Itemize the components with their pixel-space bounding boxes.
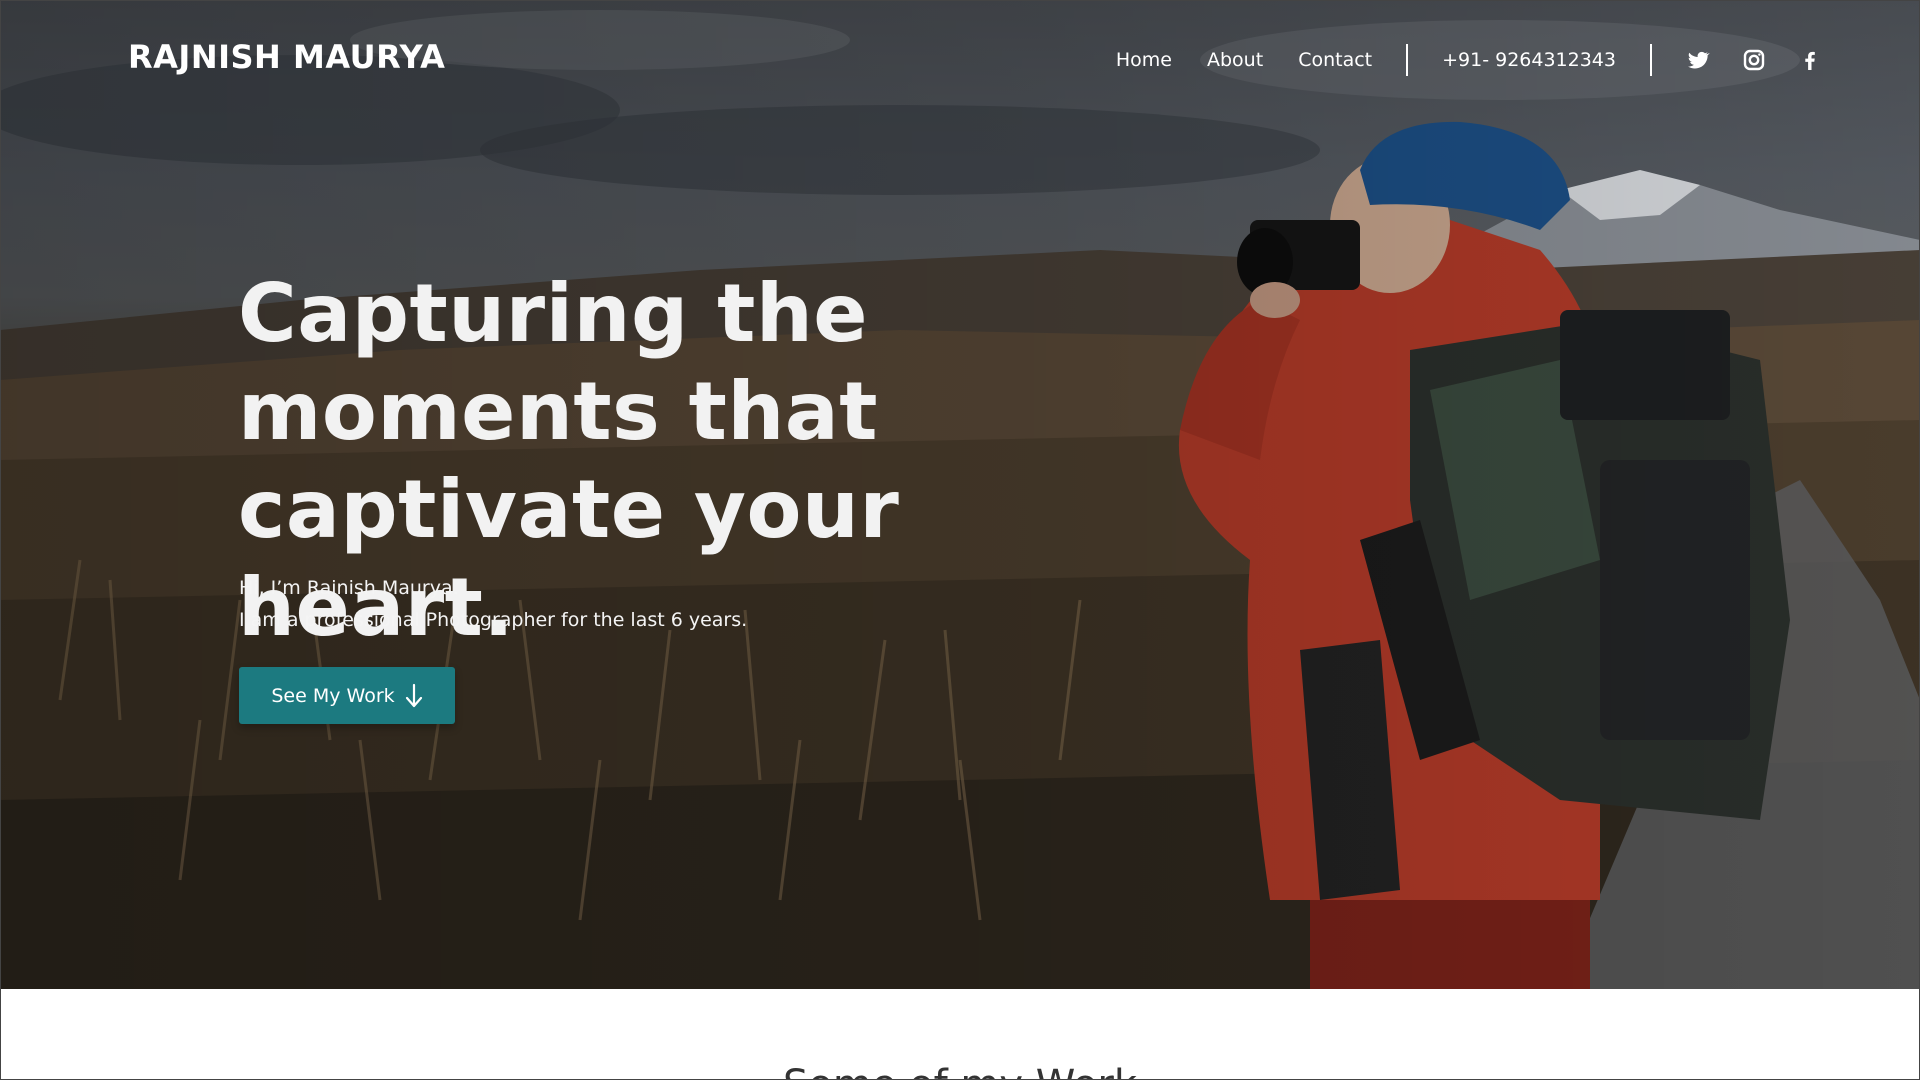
intro-description: I am a professional Photographer for the… xyxy=(239,609,748,631)
arrow-down-icon xyxy=(405,683,422,707)
top-navigation: Home About Contact +91- 9264312343 xyxy=(1116,40,1822,80)
social-links xyxy=(1686,48,1822,72)
twitter-icon[interactable] xyxy=(1686,48,1710,72)
see-my-work-button[interactable]: See My Work xyxy=(239,667,455,724)
instagram-icon[interactable] xyxy=(1742,48,1766,72)
intro-greeting: Hi, I’m Rajnish Maurya. xyxy=(239,577,459,599)
nav-link-about[interactable]: About xyxy=(1207,49,1263,71)
hero-section: RAJNISH MAURYA Home About Contact +91- 9… xyxy=(0,0,1920,989)
nav-divider xyxy=(1406,44,1409,76)
see-my-work-label: See My Work xyxy=(271,684,395,707)
hero-intro: Hi, I’m Rajnish Maurya. I am a professio… xyxy=(239,572,747,636)
brand-logo[interactable]: RAJNISH MAURYA xyxy=(128,38,445,76)
phone-number[interactable]: +91- 9264312343 xyxy=(1442,49,1616,71)
section-title: Some of my Work xyxy=(0,1062,1920,1080)
nav-link-contact[interactable]: Contact xyxy=(1298,49,1372,71)
page: RAJNISH MAURYA Home About Contact +91- 9… xyxy=(0,0,1920,1080)
nav-divider xyxy=(1650,44,1652,76)
nav-link-home[interactable]: Home xyxy=(1116,49,1172,71)
facebook-icon[interactable] xyxy=(1798,48,1822,72)
